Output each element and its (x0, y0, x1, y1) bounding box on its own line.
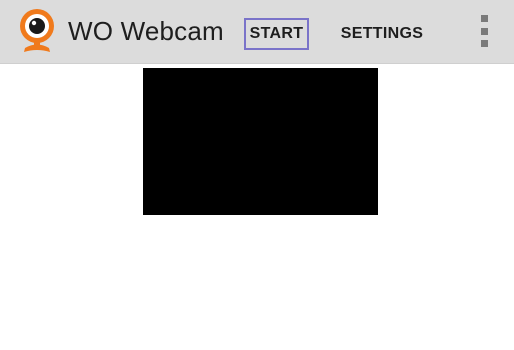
settings-button[interactable]: SETTINGS (334, 18, 430, 50)
action-bar: WO Webcam START SETTINGS (0, 0, 514, 64)
overflow-menu-icon[interactable] (474, 14, 494, 48)
overflow-dot (480, 27, 488, 35)
webcam-icon (17, 8, 57, 54)
app-title: WO Webcam (68, 16, 224, 46)
overflow-dot (480, 40, 488, 47)
app-root: WO Webcam START SETTINGS (0, 0, 514, 350)
start-button[interactable]: START (244, 18, 309, 50)
overflow-dot (480, 15, 488, 22)
camera-preview (143, 68, 378, 215)
